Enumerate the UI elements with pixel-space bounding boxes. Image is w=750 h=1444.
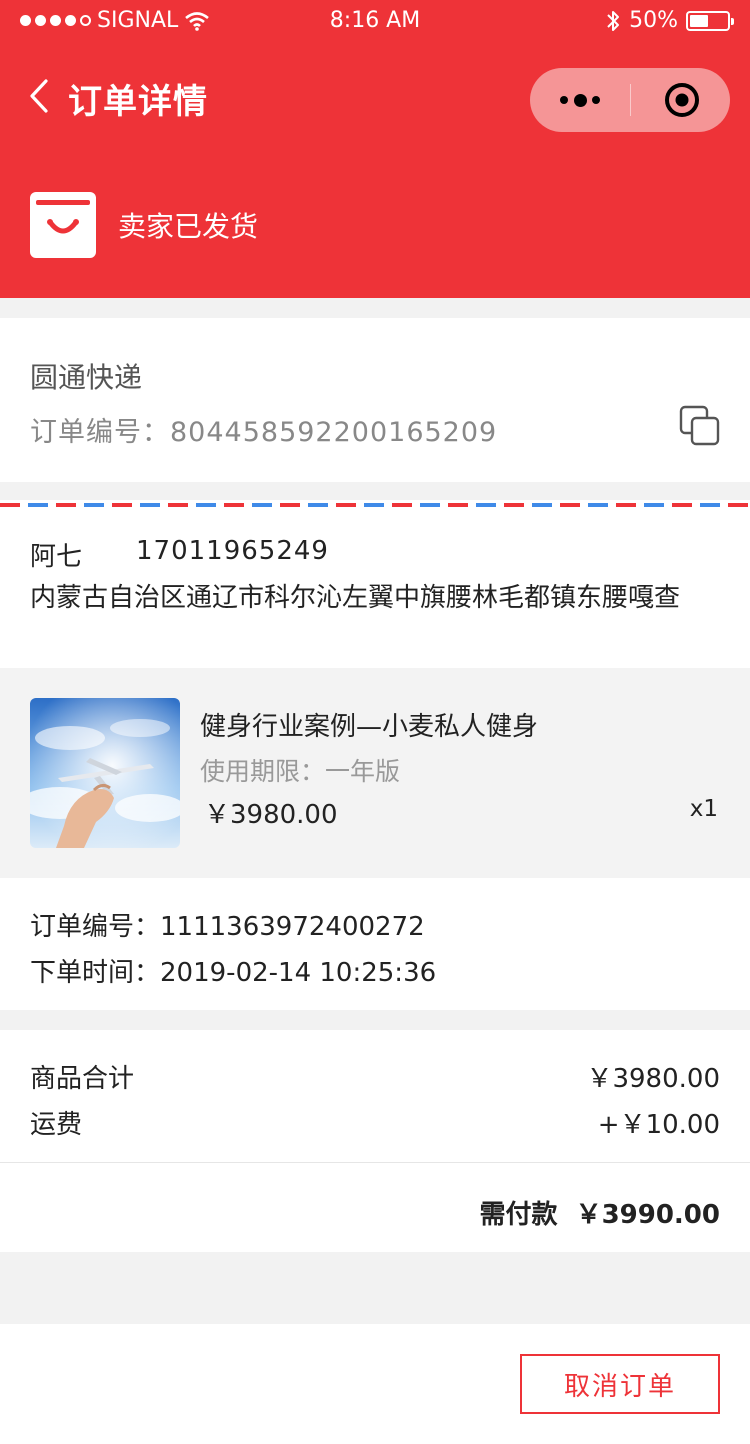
order-number: 1111363972400272 xyxy=(160,912,425,942)
courier-name: 圆通快递 xyxy=(30,361,143,394)
total-label: 需付款 xyxy=(479,1200,558,1230)
cancel-order-button[interactable]: 取消订单 xyxy=(520,1354,720,1414)
battery-area: 50% xyxy=(605,8,734,33)
recipient-phone: 17011965249 xyxy=(136,536,329,566)
shipping-label: 运费 xyxy=(30,1110,83,1140)
order-time-label: 下单时间： xyxy=(30,958,161,988)
tracking-number: 804458592200165209 xyxy=(170,417,498,448)
product-quantity: x1 xyxy=(689,796,718,822)
recipient-address: 内蒙古自治区通辽市科尔沁左翼中旗腰林毛都镇东腰嘎查 xyxy=(30,583,681,613)
mini-program-capsule xyxy=(530,68,730,132)
subtotal-value: ￥3980.00 xyxy=(586,1064,720,1094)
battery-icon xyxy=(686,10,734,31)
tracking-row: 订单编号：804458592200165209 xyxy=(30,410,497,449)
header xyxy=(0,0,750,298)
tracking-label: 订单编号： xyxy=(30,417,170,448)
product-spec: 使用期限：一年版 xyxy=(200,752,400,788)
total-value: ￥3990.00 xyxy=(575,1200,720,1230)
product-price: ￥3980.00 xyxy=(204,800,338,830)
order-number-label: 订单编号： xyxy=(30,912,161,942)
logistics-card xyxy=(0,318,750,482)
subtotal-label: 商品合计 xyxy=(30,1064,135,1094)
order-time-row: 下单时间：2019-02-14 10:25:36 xyxy=(30,952,436,989)
page-title: 订单详情 xyxy=(68,82,208,122)
envelope-stripe xyxy=(0,503,750,507)
shopping-bag-icon xyxy=(30,192,96,258)
capsule-divider xyxy=(630,84,631,116)
more-dots-icon[interactable] xyxy=(560,88,600,112)
recipient-name: 阿七 xyxy=(30,542,83,572)
order-number-row: 订单编号：1111363972400272 xyxy=(30,906,425,943)
divider xyxy=(0,1162,750,1163)
total-row: 需付款 ￥3990.00 xyxy=(480,1194,720,1231)
product-spec-value: 一年版 xyxy=(325,757,401,786)
copy-icon[interactable] xyxy=(678,404,722,448)
status-bar: SIGNAL 8:16 AM 50% xyxy=(0,0,750,40)
battery-percent: 50% xyxy=(629,8,678,33)
order-status-text: 卖家已发货 xyxy=(118,210,259,243)
battery-fill xyxy=(690,14,708,27)
shipping-value: +￥10.00 xyxy=(597,1110,720,1140)
bluetooth-icon xyxy=(607,10,620,31)
product-spec-label: 使用期限： xyxy=(200,757,326,786)
product-name: 健身行业案例—小麦私人健身 xyxy=(200,712,539,742)
order-info-card xyxy=(0,878,750,1010)
chevron-left-icon[interactable] xyxy=(26,78,56,114)
target-close-icon[interactable] xyxy=(664,82,700,118)
product-image xyxy=(30,698,180,848)
order-time: 2019-02-14 10:25:36 xyxy=(160,958,437,988)
